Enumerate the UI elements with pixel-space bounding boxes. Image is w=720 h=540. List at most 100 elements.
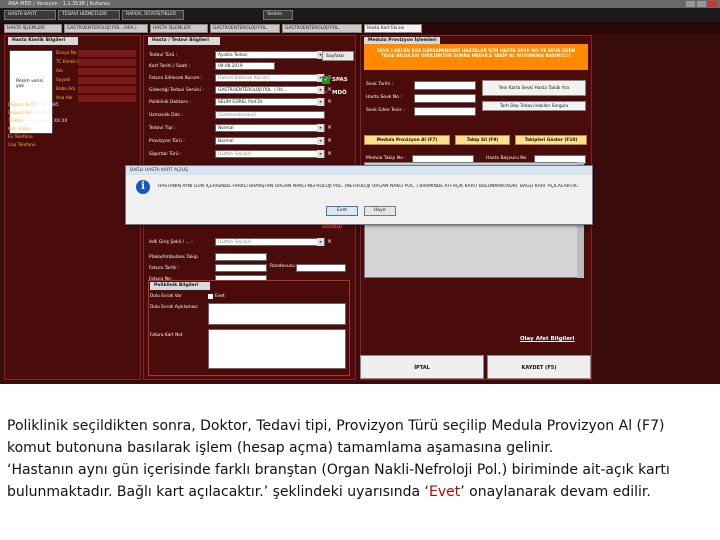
field-dosya-no-value[interactable] — [78, 50, 136, 57]
sevk-eden-tesis-input[interactable] — [414, 107, 476, 116]
tedavi-tipi-select[interactable]: Normal — [215, 124, 325, 132]
doktor-select[interactable]: SELİM GÜREL Prof.Dr. — [215, 98, 325, 106]
chevron-down-icon[interactable]: ▾ — [317, 137, 324, 145]
clear-icon[interactable]: × — [327, 238, 333, 246]
clear-icon[interactable]: × — [327, 150, 333, 158]
field-tc-kimlik-value[interactable] — [78, 59, 136, 66]
menu-hasta-kayit[interactable]: HASTA KAYIT — [4, 10, 56, 20]
randevu-label: Randevusu — [270, 264, 295, 269]
tab-hasta-islemleri-2[interactable]: HASTA İŞLEMLERİ — [150, 24, 208, 33]
chevron-down-icon[interactable]: ▾ — [317, 124, 324, 132]
caption-line-2: komut butonuna basılarak işlem (hesap aç… — [7, 440, 554, 456]
minimize-button[interactable] — [686, 1, 695, 7]
menu-yardim[interactable]: Yardım — [263, 10, 293, 20]
tab-gastro-2[interactable]: GASTROENTEROLOJİ POL. — [210, 24, 280, 33]
field-adi-value[interactable] — [78, 68, 136, 75]
dialog-title: BAĞLI HASTA KART AÇILIŞ — [126, 166, 592, 175]
mdo-indicator: ✕ MDÖ — [323, 90, 347, 96]
tarh-dep-sorgula-button[interactable]: Tarh Dep Tedavi Hakları Sorgula — [482, 101, 586, 111]
field-baba-adi: Baba Adı — [56, 86, 136, 94]
chevron-down-icon[interactable]: ▾ — [317, 238, 324, 246]
tab-bar: HASTA İŞLEMLERİ GASTROENTEROLOJİ POL. (A… — [0, 22, 720, 34]
dolu-evrak-checkbox[interactable] — [208, 294, 213, 299]
randevu-input[interactable] — [296, 264, 346, 272]
menu-rapor[interactable]: RAPOR, İSTATİSTİKLER — [122, 10, 184, 20]
sevk-tarihi-label: Sevk Tarihi : — [366, 82, 394, 87]
menubar: HASTA KAYIT TEDAVİ HİZMETLERİ RAPOR, İST… — [0, 8, 720, 22]
kart-tarihi-input[interactable]: 09.08.2019 — [215, 62, 275, 70]
dialog-message: HASTANIN AYNI GÜN İÇERİSİNDE FARKLI BRAN… — [158, 184, 580, 189]
takipleri-goster-button[interactable]: Takipleri Göster (F10) — [515, 135, 587, 145]
cross-icon: ✕ — [323, 90, 329, 96]
caption-text: Poliklinik seçildikten sonra, Doktor, Te… — [7, 415, 713, 503]
evrak-aciklama-label: Dolu Evrak Açıklaması — [150, 305, 198, 310]
treatment-info-header: Hasta / Tedavi Bilgileri — [148, 37, 220, 45]
field-telefon: Telefon 5XX XXX XX XX — [8, 119, 68, 124]
dialog-yes-button[interactable]: Evet — [326, 206, 358, 216]
tedavi-servisi-select[interactable]: GASTROENTEROLOJİ POL. ( RU... — [215, 86, 325, 94]
field-ana-adi-value[interactable] — [78, 95, 136, 102]
close-button[interactable] — [708, 1, 717, 7]
field-baba-adi-value[interactable] — [78, 86, 136, 93]
caption-line-4: bulunmaktadır. Bağlı kart açılacaktır.’ … — [7, 484, 651, 500]
tab-gastro-3[interactable]: GASTROENTEROLOJİ POL. — [282, 24, 362, 33]
hasta-sevk-no-label: Hasta Sevk No : — [366, 95, 402, 100]
fatura-kurum-select[interactable]: [Fatura Edilecek Kurum] — [215, 74, 325, 82]
maximize-button[interactable] — [697, 1, 706, 7]
tab-hasta-islemleri[interactable]: HASTA İŞLEMLERİ — [4, 24, 62, 33]
bagli-kart-dialog: BAĞLI HASTA KART AÇILIŞ i HASTANIN AYNI … — [125, 165, 593, 225]
info-icon: i — [136, 180, 150, 194]
chevron-down-icon[interactable]: ▾ — [317, 150, 324, 158]
fatura-tarihi-input[interactable] — [215, 264, 267, 272]
check-icon: ✓ — [322, 76, 330, 84]
takip-sil-button[interactable]: Takip Sil (F9) — [455, 135, 510, 145]
fatura-kart-not-label: Fatura Kart Not — [150, 333, 183, 338]
iptal-button[interactable]: İPTAL — [360, 355, 484, 379]
sigortali-turu-select[interactable]: [Lütfen Seçiniz] — [215, 150, 325, 158]
sayfalar-button[interactable]: Sayfalar — [322, 51, 354, 61]
field-ev-telefonu: Ev Telefonu — [8, 135, 33, 140]
field-adi: Adı — [56, 68, 136, 76]
window-title: ANA MED | Versiyon : 1.1.3538 | Kullanıc… — [8, 1, 111, 7]
chevron-down-icon[interactable]: ▾ — [317, 98, 324, 106]
kaydet-button[interactable]: KAYDET (F5) — [487, 355, 591, 379]
dolu-evrak-label: Dolu Evrak Var — [150, 294, 182, 299]
patient-identity-header: Hasta Kimlik Bilgileri — [8, 37, 78, 45]
olay-afet-bilgileri-link[interactable]: Olay Afet Bilgileri — [520, 336, 575, 342]
tedavi-turu-select[interactable]: Ayakta Tedavi — [215, 51, 325, 59]
fatura-kart-not-textarea[interactable] — [208, 329, 346, 369]
caption-line-1: Poliklinik seçildikten sonra, Doktor, Te… — [7, 418, 665, 434]
field-soyadi-value[interactable] — [78, 77, 136, 84]
clear-icon[interactable]: × — [327, 98, 333, 106]
medula-takip-no-label: Medula Takip No : — [366, 156, 406, 161]
photo-placeholder-text: Resim verisi yok — [16, 79, 44, 89]
poliklinik-extra-header: Poliklinik Bilgileri — [150, 282, 210, 290]
sevk-tarihi-input[interactable] — [414, 81, 476, 90]
uzmanlik-input[interactable]: [Gastroenteroloji] — [215, 111, 325, 119]
sevk-eden-tesis-label: Sevk Eden Tesis : — [366, 108, 405, 113]
medula-provizyon-al-button[interactable]: Medula Provizyon Al (F7) — [364, 135, 450, 145]
clear-icon[interactable]: × — [327, 137, 333, 145]
caption-evet: Evet — [429, 484, 461, 500]
application-screenshot: ANA MED | Versiyon : 1.1.3538 | Kullanıc… — [0, 0, 720, 384]
field-dosya-no: Dosya No — [56, 50, 136, 58]
tab-hasta-kart-ekrani[interactable]: Hasta Kart Ekranı — [364, 24, 422, 33]
adli-giris-select[interactable]: [Lütfen Seçiniz] — [215, 238, 325, 246]
provizyon-turu-select[interactable]: Normal — [215, 137, 325, 145]
spas-indicator: ✓ SPAS — [322, 76, 348, 84]
hasta-sevk-no-input[interactable] — [414, 94, 476, 103]
field-cep-telefonu: Cep Telefonu — [8, 143, 36, 148]
plaka-input[interactable] — [215, 253, 267, 261]
tab-gastro-1[interactable]: GASTROENTEROLOJİ POL. (ARA.) — [64, 24, 148, 33]
field-dogum-tarihi: Doğum Tarihi 27.05.1985 — [8, 103, 59, 108]
dolu-evrak-value: Evet — [215, 294, 225, 299]
field-dogum-yeri: Doğum Yeri MANİSA — [8, 111, 51, 116]
clear-icon[interactable]: × — [327, 124, 333, 132]
evrak-aciklama-textarea[interactable] — [208, 303, 346, 325]
dialog-no-button[interactable]: Hayır — [364, 206, 396, 216]
sevk-warning-box: SEVK İ GELEN SGS KAPSAMINDAKİ HASTALAR İ… — [364, 44, 588, 70]
field-tc-kimlik: TC Kimlik No — [56, 59, 136, 67]
menu-tedavi-hizmetleri[interactable]: TEDAVİ HİZMETLERİ — [58, 10, 120, 20]
window-titlebar: ANA MED | Versiyon : 1.1.3538 | Kullanıc… — [0, 0, 720, 8]
yeni-karta-sevki-button[interactable]: Yeni Karta Sevki Hasta Takibi Ara — [482, 80, 586, 96]
